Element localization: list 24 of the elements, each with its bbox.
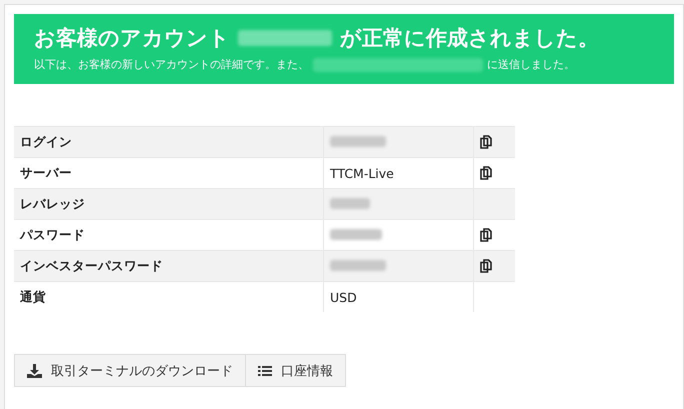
account-info-button[interactable]: 口座情報: [246, 354, 346, 387]
banner-title: お客様のアカウント: [34, 25, 230, 52]
field-label: ログイン: [20, 134, 72, 148]
field-label: レバレッジ: [20, 196, 85, 210]
copy-icon[interactable]: [480, 135, 492, 149]
field-label: 通貨: [20, 288, 46, 304]
copy-icon[interactable]: [480, 259, 492, 273]
field-label: インベスターパスワード: [20, 258, 163, 272]
list-icon: [258, 364, 272, 376]
field-label: サーバー: [20, 164, 72, 180]
redacted-blur: [330, 136, 386, 146]
field-label: パスワード: [20, 226, 85, 242]
download-icon: [27, 364, 42, 378]
redacted-blur: [330, 198, 370, 208]
banner-message: に送信しました。: [487, 57, 575, 72]
copy-icon[interactable]: [480, 228, 492, 242]
banner-title: が正常に作成されました。: [340, 25, 599, 52]
banner-message: 以下は、お客様の新しいアカウントの詳細です。また、: [34, 57, 309, 72]
field-value: USD: [330, 290, 357, 304]
redacted-blur: [330, 228, 382, 240]
field-value: TTCM-Live: [330, 166, 394, 180]
copy-icon[interactable]: [480, 166, 492, 180]
redacted-blur: [330, 260, 386, 270]
download-button[interactable]: 取引ターミナルのダウンロード: [14, 354, 246, 387]
